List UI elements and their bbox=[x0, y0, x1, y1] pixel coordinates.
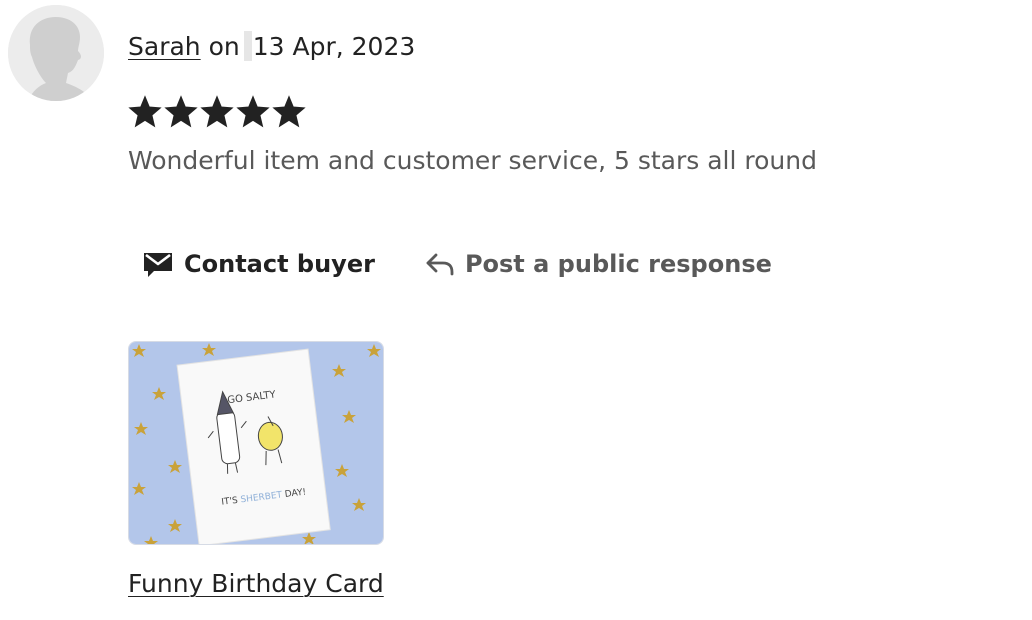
star-filled-icon bbox=[272, 95, 306, 128]
review-date: 13 Apr, 2023 bbox=[252, 32, 416, 61]
product-name-link[interactable]: Funny Birthday Card bbox=[128, 567, 384, 601]
review-meta: Sarah on 13 Apr, 2023 bbox=[128, 30, 415, 64]
reply-arrow-icon bbox=[426, 253, 454, 276]
reviewer-name-link[interactable]: Sarah bbox=[128, 32, 201, 61]
greeting-card: GO SALTY IT'S SHERBET DAY! bbox=[176, 348, 331, 544]
star-filled-icon bbox=[236, 95, 270, 128]
star-filled-icon bbox=[164, 95, 198, 128]
review-actions: Contact buyer Post a public response bbox=[142, 250, 772, 278]
post-public-response-button[interactable]: Post a public response bbox=[425, 250, 772, 278]
post-public-response-label: Post a public response bbox=[464, 250, 772, 278]
star-rating bbox=[128, 95, 306, 129]
star-filled-icon bbox=[128, 95, 162, 128]
product-thumbnail[interactable]: GO SALTY IT'S SHERBET DAY! bbox=[128, 341, 384, 545]
text-cursor bbox=[243, 31, 252, 61]
contact-buyer-label: Contact buyer bbox=[184, 250, 375, 278]
birthday-card-image: GO SALTY IT'S SHERBET DAY! bbox=[129, 342, 383, 544]
review-text: Wonderful item and customer service, 5 s… bbox=[128, 146, 817, 175]
contact-buyer-button[interactable]: Contact buyer bbox=[142, 250, 375, 278]
envelope-icon bbox=[144, 253, 172, 277]
reviewer-avatar[interactable] bbox=[8, 5, 104, 101]
star-filled-icon bbox=[200, 95, 234, 128]
default-user-icon bbox=[8, 5, 104, 101]
on-label: on bbox=[208, 32, 240, 61]
